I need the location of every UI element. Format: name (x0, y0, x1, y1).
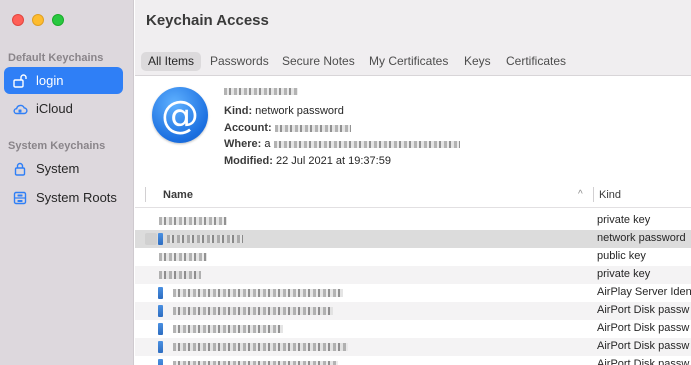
table-row[interactable]: AirPort Disk passw (135, 338, 691, 356)
cloud-icon (12, 101, 28, 117)
detail-kind: Kind: network password (224, 105, 344, 117)
redacted-text (274, 124, 351, 132)
table-row[interactable]: AirPort Disk passw (135, 302, 691, 320)
detail-modified-label: Modified: (224, 155, 273, 167)
redacted-text (173, 343, 348, 351)
row-kind: private key (597, 268, 651, 280)
column-divider[interactable] (593, 187, 594, 202)
sidebar-section-system-keychains: System Keychains (8, 140, 106, 152)
column-header-kind[interactable]: Kind (599, 189, 621, 201)
password-item-icon (158, 323, 163, 335)
row-kind: network password (597, 232, 686, 244)
table-row[interactable]: AirPort Disk passw (135, 356, 691, 365)
sort-ascending-icon[interactable]: ^ (578, 189, 583, 200)
row-kind: public key (597, 250, 646, 262)
at-sign-icon: @ (152, 87, 208, 143)
sidebar-item-label: System (36, 161, 80, 176)
redacted-text (173, 361, 338, 365)
password-item-icon (158, 305, 163, 317)
sidebar: Default Keychains login iCloud System Ke… (0, 0, 134, 365)
redacted-text (173, 325, 283, 333)
sidebar-item-login[interactable]: login (4, 67, 123, 94)
window-title: Keychain Access (146, 12, 269, 29)
column-header-name[interactable]: Name (163, 189, 193, 201)
table-header: Name ^ Kind (135, 181, 691, 208)
tab-certificates[interactable]: Certificates (499, 52, 573, 71)
item-name-redacted (224, 85, 298, 97)
cabinet-icon (12, 190, 28, 206)
detail-kind-value: network password (255, 105, 344, 117)
table-row[interactable]: private key (135, 266, 691, 284)
row-kind: AirPort Disk passw (597, 358, 690, 365)
detail-modified-value: 22 Jul 2021 at 19:37:59 (275, 155, 391, 167)
detail-modified: Modified: 22 Jul 2021 at 19:37:59 (224, 155, 391, 167)
table-row[interactable]: network password (135, 230, 691, 248)
password-item-icon (158, 359, 163, 365)
window-controls (12, 14, 64, 26)
row-kind: private key (597, 214, 651, 226)
tab-passwords[interactable]: Passwords (203, 52, 276, 71)
sidebar-item-system[interactable]: System (4, 155, 123, 182)
tab-all-items[interactable]: All Items (141, 52, 202, 71)
sidebar-item-label: login (36, 73, 64, 88)
sidebar-item-label: iCloud (36, 101, 73, 116)
sidebar-item-label: System Roots (36, 190, 117, 205)
tab-secure-notes[interactable]: Secure Notes (275, 52, 362, 71)
redacted-text (159, 253, 207, 261)
row-kind: AirPort Disk passw (597, 322, 690, 334)
detail-where-prefix: a (264, 138, 271, 150)
row-kind: AirPlay Server Iden (597, 286, 691, 298)
detail-where: Where: a (224, 138, 460, 150)
redacted-text (224, 87, 298, 95)
detail-where-label: Where: (224, 138, 262, 150)
table-row[interactable]: private key (135, 212, 691, 230)
sidebar-item-icloud[interactable]: iCloud (4, 95, 123, 122)
redacted-text (173, 307, 333, 315)
row-kind: AirPort Disk passw (597, 340, 690, 352)
lock-open-icon (12, 73, 28, 89)
detail-account-label: Account: (224, 122, 272, 134)
row-kind: AirPort Disk passw (597, 304, 690, 316)
detail-account: Account: (224, 122, 351, 134)
table-row[interactable]: AirPlay Server Iden (135, 284, 691, 302)
zoom-window-button[interactable] (52, 14, 64, 26)
title-bar: Keychain Access (135, 0, 691, 43)
redacted-text (159, 217, 227, 225)
sidebar-section-default-keychains: Default Keychains (8, 52, 104, 64)
table-row[interactable]: AirPort Disk passw (135, 320, 691, 338)
table-row[interactable]: public key (135, 248, 691, 266)
redacted-text (159, 271, 201, 279)
lock-icon (12, 161, 28, 177)
tab-keys[interactable]: Keys (457, 52, 498, 71)
item-detail: @ Kind: network password Account: Where:… (135, 77, 691, 180)
detail-kind-label: Kind: (224, 105, 253, 117)
minimize-window-button[interactable] (32, 14, 44, 26)
row-selection-gutter (145, 233, 157, 245)
redacted-text (167, 235, 243, 243)
password-item-icon (158, 287, 163, 299)
table-body: private key network password public key … (135, 208, 691, 365)
category-tabs: All Items Passwords Secure Notes My Cert… (135, 43, 691, 76)
password-item-icon (158, 341, 163, 353)
password-item-icon (158, 233, 163, 245)
redacted-text (273, 140, 460, 148)
column-divider (145, 187, 146, 202)
sidebar-item-system-roots[interactable]: System Roots (4, 184, 123, 211)
tab-my-certificates[interactable]: My Certificates (362, 52, 455, 71)
close-window-button[interactable] (12, 14, 24, 26)
redacted-text (173, 289, 343, 297)
